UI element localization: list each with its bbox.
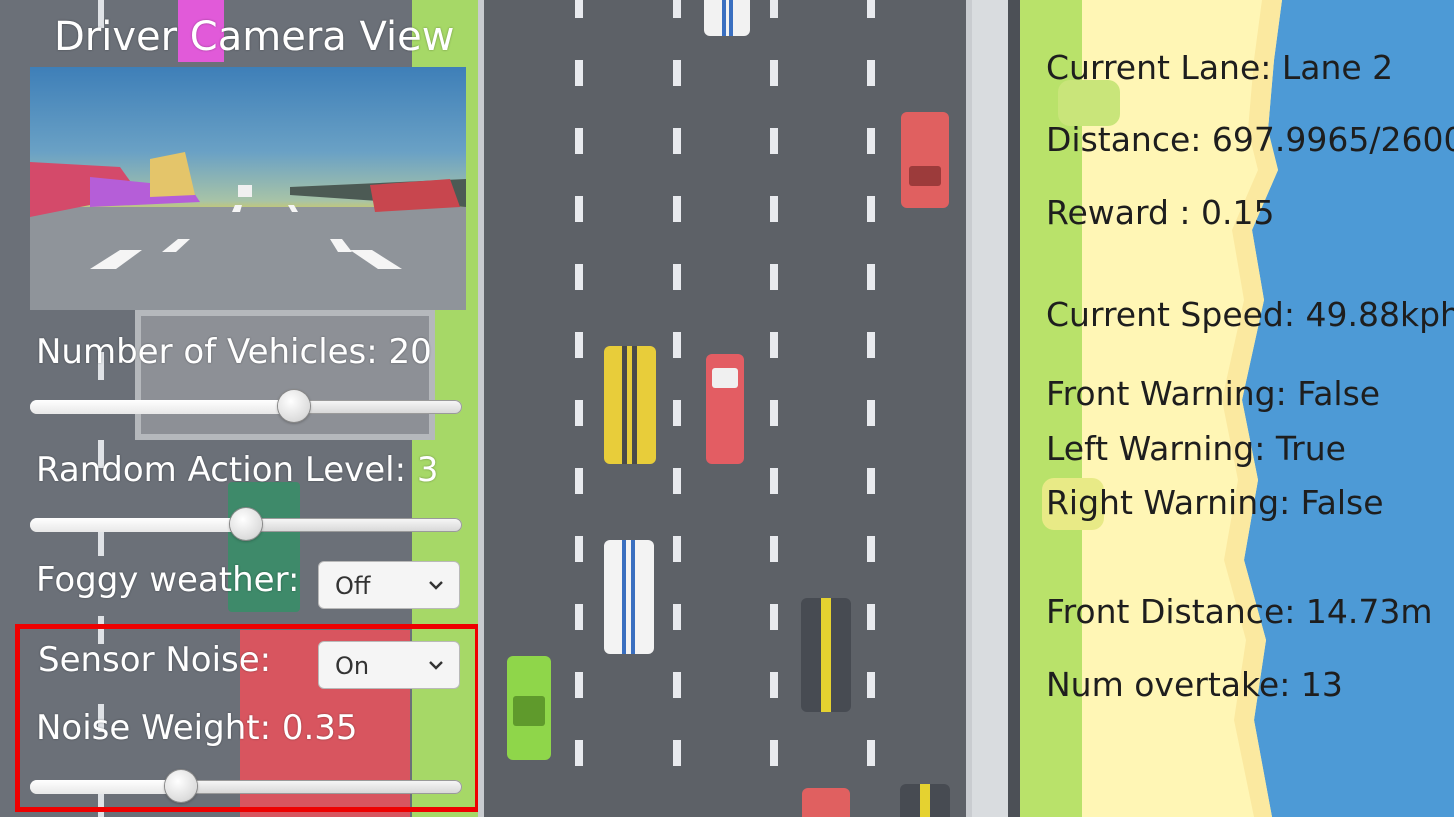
road-edge-left [478, 0, 484, 817]
lane-dash [770, 740, 778, 766]
lane-dash [673, 196, 681, 222]
lane-dash [673, 400, 681, 426]
lane-dash [673, 0, 681, 18]
lane-dash [770, 468, 778, 494]
lane-dash [575, 264, 583, 290]
lane-dash [770, 672, 778, 698]
lane-dash [770, 400, 778, 426]
num-overtake-text: Num overtake: 13 [1046, 665, 1343, 704]
random-action-slider[interactable] [30, 508, 462, 540]
random-action-slider-fill [30, 518, 246, 532]
lane-dash [575, 128, 583, 154]
scenery-building [135, 310, 435, 440]
highlight-frame [15, 624, 480, 812]
random-action-label: Random Action Level: 3 [36, 450, 439, 490]
lane-dash [575, 672, 583, 698]
lane-dash [673, 468, 681, 494]
driver-camera-view [30, 67, 466, 310]
lane-dash [575, 468, 583, 494]
camera-view-title: Driver Camera View [54, 14, 455, 60]
fog-dropdown-value: Off [335, 572, 371, 600]
random-action-slider-thumb[interactable] [230, 508, 262, 540]
lane-dash [867, 400, 875, 426]
reward-text: Reward : 0.15 [1046, 193, 1275, 232]
lane-dash [575, 0, 583, 18]
front-warning-text: Front Warning: False [1046, 374, 1381, 413]
car-dark-yellow-stripe [801, 598, 851, 712]
lane-dash [867, 604, 875, 630]
median-strip [1008, 0, 1020, 817]
car-white-blue [604, 540, 654, 654]
lane-dash [673, 128, 681, 154]
road-view [478, 0, 972, 817]
vehicles-slider-thumb[interactable] [277, 390, 310, 422]
vehicles-label: Number of Vehicles: 20 [36, 332, 432, 372]
car-red-center [706, 354, 744, 464]
car-dark-bottom [900, 784, 950, 817]
lane-dash [673, 60, 681, 86]
lane-dash [673, 740, 681, 766]
lane-dash [867, 672, 875, 698]
lane-dash [867, 740, 875, 766]
lane-dash [673, 264, 681, 290]
lane-dash [673, 604, 681, 630]
lane-dash [575, 332, 583, 358]
lane-dash [575, 740, 583, 766]
lane-dash [867, 468, 875, 494]
fog-label: Foggy weather: [36, 560, 300, 600]
chevron-down-icon [429, 581, 443, 590]
lane-dash [673, 332, 681, 358]
vehicles-slider[interactable] [30, 390, 462, 422]
lane-dash [867, 332, 875, 358]
camera-scene [30, 152, 466, 310]
lane-dash [867, 196, 875, 222]
lane-dash [770, 196, 778, 222]
lane-dash [673, 672, 681, 698]
lane-dash [770, 128, 778, 154]
lane-dash [575, 536, 583, 562]
fog-dropdown[interactable]: Off [318, 561, 460, 609]
lane-dash [770, 536, 778, 562]
car-red-right [901, 112, 949, 208]
car-red-bottom [802, 788, 850, 817]
lane-dash [867, 0, 875, 18]
lane-dash [867, 536, 875, 562]
lane-dash [867, 128, 875, 154]
lane-dash [575, 400, 583, 426]
lane-dash [770, 332, 778, 358]
lane-dash [770, 60, 778, 86]
lane-dash [867, 60, 875, 86]
sidewalk [972, 0, 1008, 817]
lane-dash [770, 264, 778, 290]
current-lane-text: Current Lane: Lane 2 [1046, 48, 1394, 87]
current-speed-text: Current Speed: 49.88kph [1046, 295, 1454, 334]
lane-dash [770, 0, 778, 18]
lane-dash [770, 604, 778, 630]
lane-dash [673, 536, 681, 562]
lane-dash [867, 264, 875, 290]
car-green [507, 656, 551, 760]
vehicles-slider-fill [30, 400, 294, 414]
car-white-top [704, 0, 750, 36]
lane-dash [575, 196, 583, 222]
lane-dash [575, 604, 583, 630]
lane-dash [575, 60, 583, 86]
left-warning-text: Left Warning: True [1046, 429, 1346, 468]
distance-text: Distance: 697.9965/2600 [1046, 120, 1454, 159]
car-yellow [604, 346, 656, 464]
front-distance-text: Front Distance: 14.73m [1046, 592, 1433, 631]
right-warning-text: Right Warning: False [1046, 483, 1384, 522]
